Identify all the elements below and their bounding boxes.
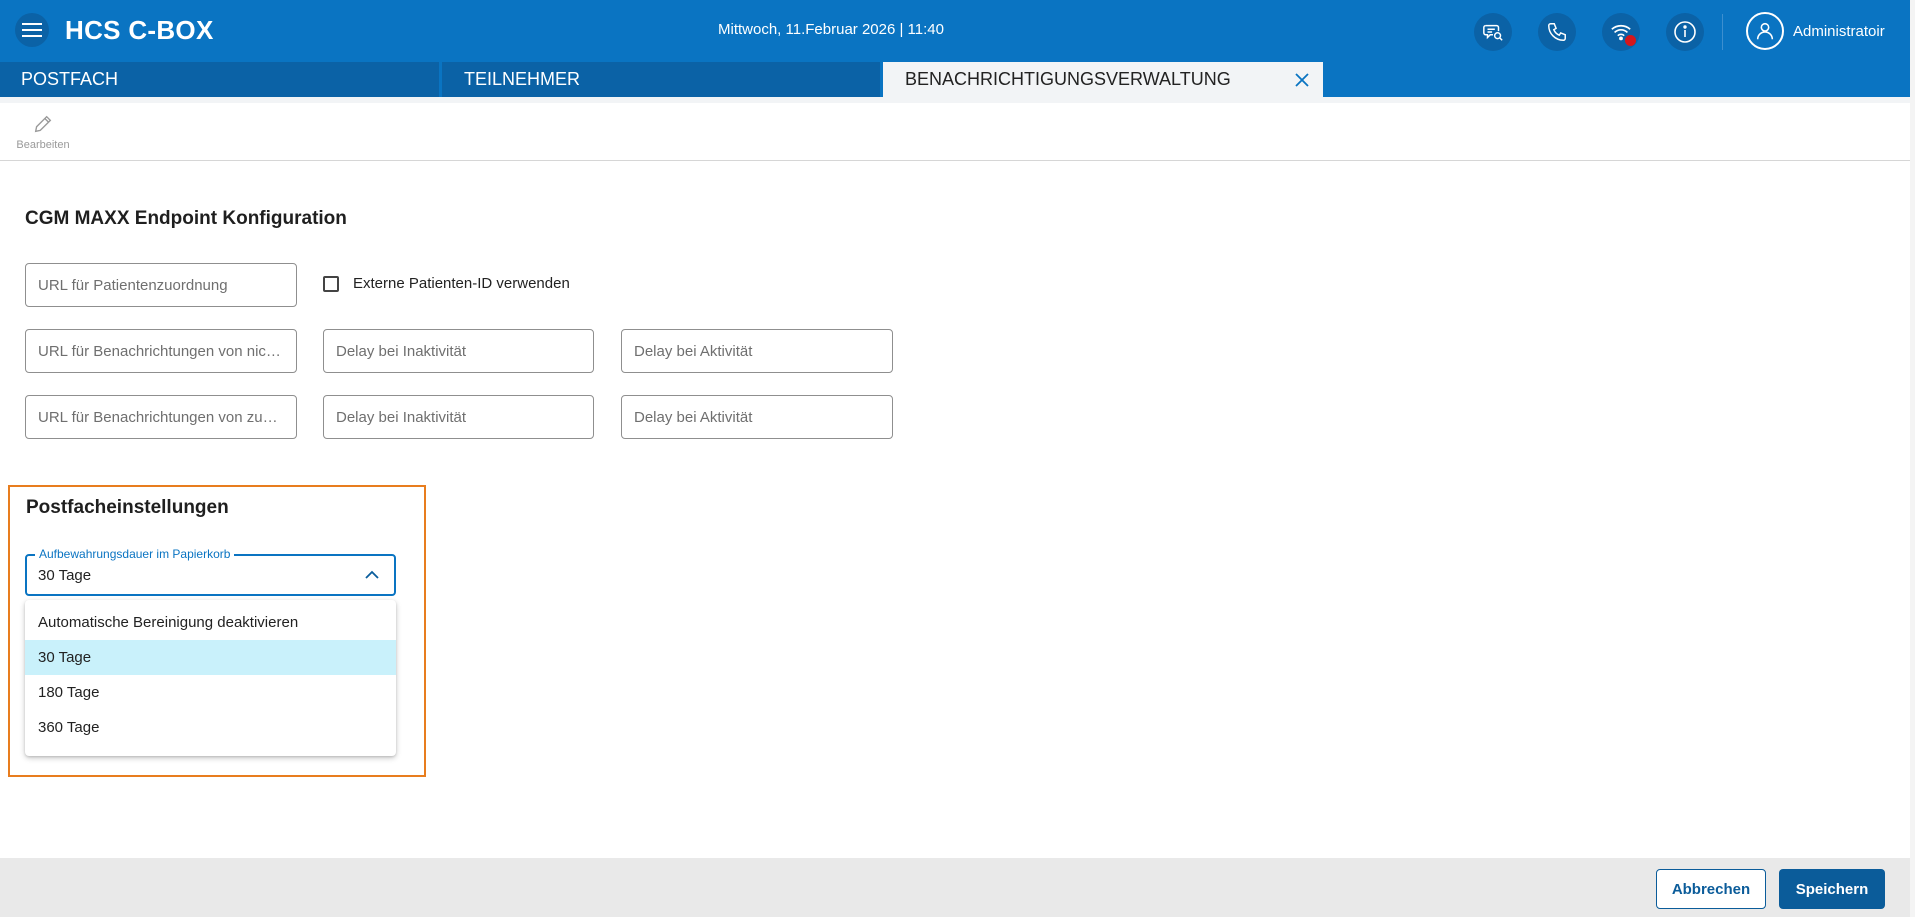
close-icon [1295, 73, 1309, 87]
trash-retention-dropdown: Automatische Bereinigung deaktivieren 30… [25, 600, 396, 756]
external-patient-id-checkbox-row[interactable]: Externe Patienten-ID verwenden [323, 275, 570, 292]
datetime-display: Mittwoch, 11.Februar 2026 | 11:40 [718, 21, 944, 38]
option-disable-cleanup[interactable]: Automatische Bereinigung deaktivieren [25, 605, 396, 640]
user-avatar [1746, 12, 1784, 50]
trash-retention-label: Aufbewahrungsdauer im Papierkorb [35, 547, 235, 561]
close-tab-button[interactable] [1291, 69, 1313, 91]
chat-search-icon [1483, 24, 1503, 41]
phone-icon [1548, 23, 1566, 41]
menu-button[interactable] [15, 13, 49, 47]
delay-active-input-2[interactable] [622, 396, 892, 438]
edit-button[interactable]: Bearbeiten [14, 113, 72, 151]
option-30-days[interactable]: 30 Tage [25, 640, 396, 675]
notification-url-input-2[interactable] [26, 396, 296, 438]
external-patient-id-label: Externe Patienten-ID verwenden [353, 275, 570, 292]
menu-icon [22, 23, 42, 37]
toolbar: Bearbeiten [0, 97, 1910, 161]
delay-active-input-1[interactable] [622, 330, 892, 372]
phone-button[interactable] [1538, 13, 1576, 51]
app-title: HCS C-BOX [65, 15, 214, 45]
notification-url-field-2[interactable] [25, 395, 297, 439]
footer-bar: Abbrechen Speichern [0, 858, 1910, 917]
trash-retention-select[interactable]: Aufbewahrungsdauer im Papierkorb 30 Tage [25, 547, 396, 596]
trash-retention-value: 30 Tage [38, 567, 92, 584]
delay-inactive-field-2[interactable] [323, 395, 594, 439]
delay-active-field-2[interactable] [621, 395, 893, 439]
app-bar: HCS C-BOX Mittwoch, 11.Februar 2026 | 11… [0, 0, 1910, 62]
network-status-button[interactable] [1602, 13, 1640, 51]
option-360-days[interactable]: 360 Tage [25, 710, 396, 745]
tab-bar: POSTFACH TEILNEHMER BENACHRICHTIGUNGSVER… [0, 62, 1910, 97]
notification-url-field-1[interactable] [25, 329, 297, 373]
user-name: Administratoir [1793, 22, 1885, 40]
tab-label: BENACHRICHTIGUNGSVERWALTUNG [905, 69, 1231, 89]
save-button[interactable]: Speichern [1779, 869, 1885, 909]
delay-active-field-1[interactable] [621, 329, 893, 373]
info-button[interactable] [1666, 13, 1704, 51]
pencil-icon [34, 115, 52, 133]
external-patient-id-checkbox[interactable] [323, 275, 339, 292]
delay-inactive-field-1[interactable] [323, 329, 594, 373]
tab-label: TEILNEHMER [464, 69, 581, 89]
tab-label: POSTFACH [21, 69, 119, 89]
tab-postfach[interactable]: POSTFACH [0, 62, 439, 97]
tab-teilnehmer[interactable]: TEILNEHMER [442, 62, 880, 97]
info-icon [1674, 21, 1696, 43]
user-icon [1756, 22, 1774, 40]
tab-benachrichtigungsverwaltung[interactable]: BENACHRICHTIGUNGSVERWALTUNG [883, 62, 1323, 97]
chat-search-button[interactable] [1474, 13, 1512, 51]
endpoint-config-title: CGM MAXX Endpoint Konfiguration [25, 208, 347, 229]
notification-url-input-1[interactable] [26, 330, 296, 372]
delay-inactive-input-1[interactable] [324, 330, 593, 372]
delay-inactive-input-2[interactable] [324, 396, 593, 438]
cancel-button[interactable]: Abbrechen [1656, 869, 1766, 909]
header-divider [1722, 14, 1723, 50]
option-180-days[interactable]: 180 Tage [25, 675, 396, 710]
mailbox-settings-title: Postfacheinstellungen [26, 497, 229, 518]
patient-mapping-url-field[interactable] [25, 263, 297, 307]
edit-label: Bearbeiten [16, 139, 70, 151]
chevron-up-icon [365, 570, 379, 579]
scrollbar-track[interactable] [1910, 0, 1915, 917]
user-menu[interactable]: Administratoir [1746, 12, 1885, 50]
alert-dot [1625, 35, 1636, 46]
patient-mapping-url-input[interactable] [26, 264, 296, 306]
